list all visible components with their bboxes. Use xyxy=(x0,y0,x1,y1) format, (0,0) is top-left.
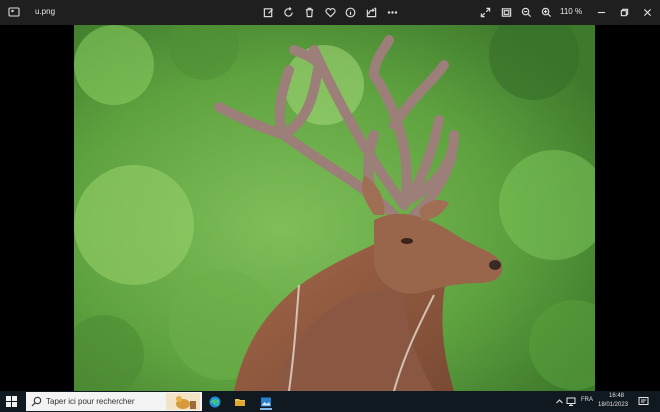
info-icon xyxy=(345,7,355,17)
zoom-out-button[interactable] xyxy=(518,4,534,20)
file-explorer-icon xyxy=(235,398,245,406)
search-icon xyxy=(31,396,42,407)
minimize-icon xyxy=(597,11,605,13)
more-button[interactable] xyxy=(384,4,400,20)
fullscreen-icon xyxy=(480,7,490,17)
language-indicator[interactable]: FRA xyxy=(581,397,593,403)
taskbar-photos[interactable] xyxy=(256,393,276,410)
zoom-level[interactable]: 110 % xyxy=(560,7,582,16)
zoom-in-button[interactable] xyxy=(538,4,554,20)
fullscreen-button[interactable] xyxy=(477,4,493,20)
deer-photo[interactable] xyxy=(74,25,595,391)
share-button[interactable] xyxy=(363,4,379,20)
image-canvas[interactable] xyxy=(0,25,660,391)
title-bar: u.png 110 % xyxy=(0,0,660,25)
file-name: u.png xyxy=(35,7,56,16)
close-icon xyxy=(643,8,651,16)
delete-button[interactable] xyxy=(301,4,317,20)
edge-icon xyxy=(209,396,221,407)
minimize-button[interactable] xyxy=(590,2,612,22)
taskbar-file-explorer[interactable] xyxy=(230,393,250,410)
maximize-button[interactable] xyxy=(613,2,635,22)
windows-start-icon[interactable] xyxy=(6,396,17,407)
share-icon xyxy=(366,7,376,17)
deer-image xyxy=(74,25,595,391)
rotate-button[interactable] xyxy=(280,4,296,20)
favorite-icon xyxy=(324,7,336,17)
photos-icon xyxy=(261,397,271,406)
edit-button[interactable] xyxy=(260,4,276,20)
clock-time[interactable]: 16:48 xyxy=(609,393,624,399)
notifications-icon[interactable] xyxy=(638,396,649,407)
search-placeholder: Taper ici pour rechercher xyxy=(46,397,135,406)
clock-date[interactable]: 18/01/2023 xyxy=(598,402,628,408)
edit-icon xyxy=(263,7,273,17)
search-highlight-illustration xyxy=(166,393,200,410)
photos-app-window: u.png 110 % Taper ici pour rechercher FR… xyxy=(0,0,660,412)
info-button[interactable] xyxy=(342,4,358,20)
more-icon xyxy=(387,10,397,14)
delete-icon xyxy=(305,7,313,17)
zoom-out-icon xyxy=(521,7,531,17)
zoom-in-icon xyxy=(541,7,551,17)
taskbar-search-box[interactable]: Taper ici pour rechercher xyxy=(26,392,202,411)
close-button[interactable] xyxy=(636,2,658,22)
favorite-button[interactable] xyxy=(322,4,338,20)
taskbar: Taper ici pour rechercher FRA 16:48 18/0… xyxy=(0,391,660,412)
fit-to-window-button[interactable] xyxy=(498,4,514,20)
photos-app-icon xyxy=(8,7,20,17)
fit-icon xyxy=(501,7,511,17)
restore-icon xyxy=(620,8,628,16)
taskbar-edge[interactable] xyxy=(205,393,225,410)
network-icon[interactable] xyxy=(566,396,577,407)
chevron-up-icon[interactable] xyxy=(554,396,565,407)
rotate-icon xyxy=(283,6,293,17)
